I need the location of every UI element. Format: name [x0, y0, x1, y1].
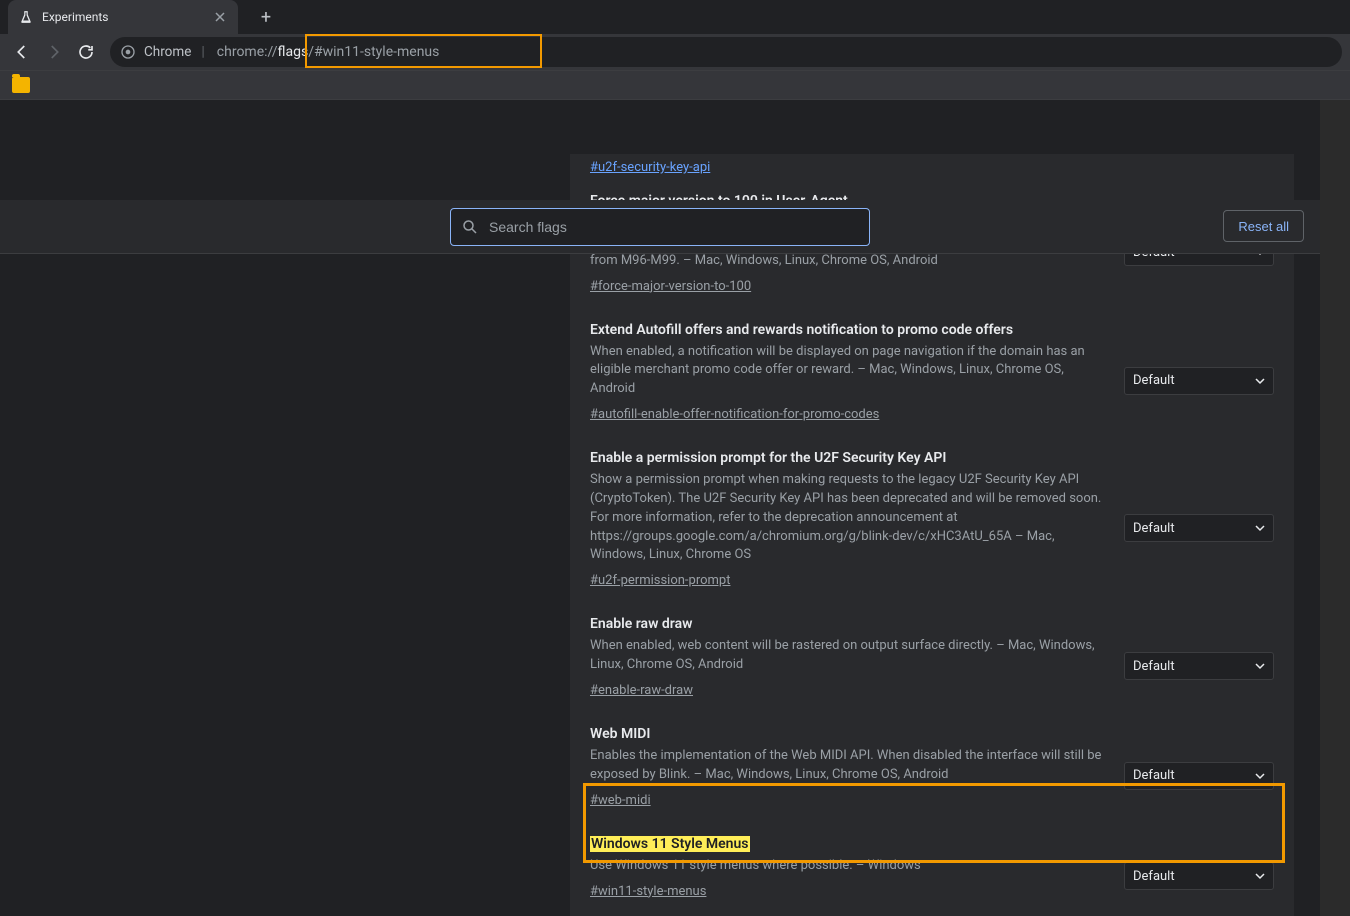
- flag-description: Use Windows 11 style menus where possibl…: [590, 857, 1106, 876]
- tab-title: Experiments: [42, 10, 204, 24]
- new-tab-button[interactable]: +: [252, 3, 280, 31]
- search-icon: [461, 218, 479, 236]
- flag-state-select[interactable]: Default: [1124, 652, 1274, 680]
- flag-item: Extend Autofill offers and rewards notif…: [570, 306, 1294, 435]
- page-content: Reset all #u2f-security-key-api Force ma…: [0, 100, 1350, 916]
- chevron-down-icon: [1255, 771, 1265, 781]
- flag-state-select[interactable]: Default: [1124, 762, 1274, 790]
- flag-anchor-link[interactable]: #enable-raw-draw: [590, 683, 693, 698]
- flag-title: Web MIDI: [590, 726, 1106, 742]
- chevron-down-icon: [1255, 661, 1265, 671]
- search-flags-input[interactable]: [489, 219, 859, 235]
- tab-strip: Experiments +: [0, 0, 1350, 34]
- flag-description: Show a permission prompt when making req…: [590, 471, 1106, 565]
- url-text: chrome://flags/#win11-style-menus: [217, 44, 440, 60]
- forward-button[interactable]: [40, 38, 68, 66]
- flag-title: Windows 11 Style Menus: [590, 836, 1106, 852]
- flask-icon: [18, 9, 34, 25]
- back-button[interactable]: [8, 38, 36, 66]
- bookmarks-bar: [0, 70, 1350, 100]
- flag-description: When enabled, web content will be raster…: [590, 637, 1106, 675]
- address-bar[interactable]: Chrome | chrome://flags/#win11-style-men…: [110, 37, 1342, 67]
- flag-state-select[interactable]: Default: [1124, 514, 1274, 542]
- flag-title: Enable raw draw: [590, 616, 1106, 632]
- flag-description: Enables the implementation of the Web MI…: [590, 747, 1106, 785]
- flag-anchor-link[interactable]: #win11-style-menus: [590, 884, 706, 899]
- flags-list: #u2f-security-key-api Force major versio…: [570, 154, 1294, 916]
- chrome-icon: [120, 44, 136, 60]
- flag-anchor-link[interactable]: #u2f-permission-prompt: [590, 573, 730, 588]
- flag-item: Windows 11 Style Menus Use Windows 11 sty…: [570, 820, 1294, 911]
- flag-item: Enable a permission prompt for the U2F S…: [570, 434, 1294, 600]
- flag-state-select[interactable]: Default: [1124, 367, 1274, 395]
- flag-description: When enabled, a notification will be dis…: [590, 343, 1106, 400]
- flag-item: Enable raw draw When enabled, web content…: [570, 600, 1294, 710]
- flag-anchor-link[interactable]: #web-midi: [590, 793, 651, 808]
- close-tab-icon[interactable]: [212, 9, 228, 25]
- browser-tab[interactable]: Experiments: [8, 0, 238, 34]
- chrome-chip-label: Chrome: [144, 44, 191, 60]
- bookmark-folder-icon[interactable]: [12, 77, 30, 93]
- flag-title: Extend Autofill offers and rewards notif…: [590, 322, 1106, 338]
- flag-anchor-link[interactable]: #force-major-version-to-100: [590, 279, 751, 294]
- flag-anchor-link[interactable]: #u2f-security-key-api: [590, 160, 710, 175]
- browser-toolbar: Chrome | chrome://flags/#win11-style-men…: [0, 34, 1350, 70]
- flag-title: Enable a permission prompt for the U2F S…: [590, 450, 1106, 466]
- flag-item: Web MIDI Enables the implementation of th…: [570, 710, 1294, 820]
- flag-state-select[interactable]: Default: [1124, 862, 1274, 890]
- reset-all-button[interactable]: Reset all: [1223, 210, 1304, 242]
- flag-anchor-link[interactable]: #autofill-enable-offer-notification-for-…: [590, 407, 879, 422]
- chevron-down-icon: [1255, 523, 1265, 533]
- flags-header: Reset all: [0, 200, 1320, 254]
- chevron-down-icon: [1255, 871, 1265, 881]
- left-gutter: [0, 154, 570, 916]
- page-scrollbar[interactable]: [1320, 100, 1350, 916]
- chevron-down-icon: [1255, 376, 1265, 386]
- search-flags-box[interactable]: [450, 208, 870, 246]
- reload-button[interactable]: [72, 38, 100, 66]
